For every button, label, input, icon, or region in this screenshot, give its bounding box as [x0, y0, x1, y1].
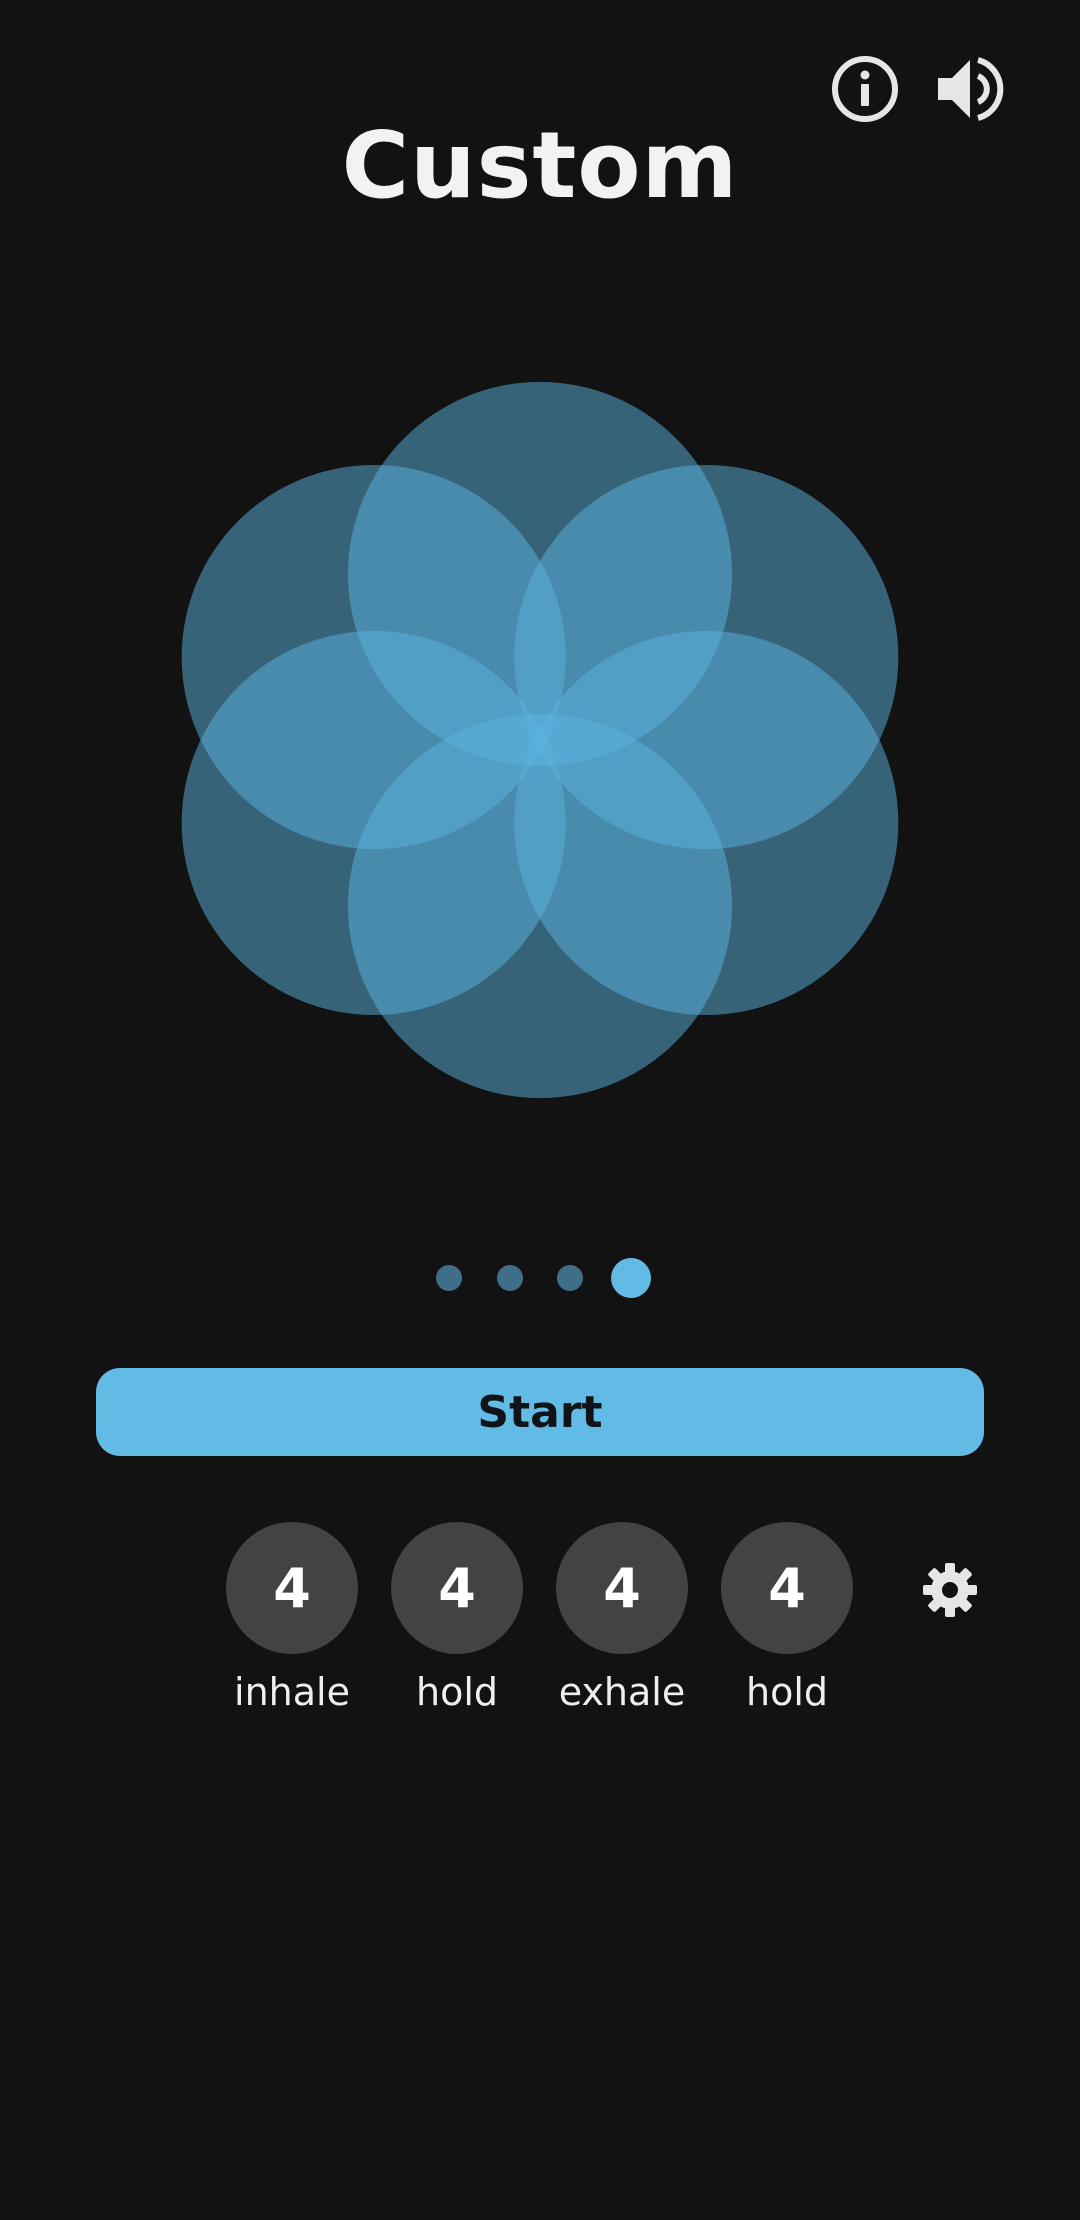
page-dot[interactable]	[436, 1265, 462, 1291]
flower-graphic	[181, 381, 899, 1099]
settings-gear-icon[interactable]	[920, 1560, 980, 1620]
breathing-screen: Custom Start 4 inhale 4 hold 4 exhale 4 …	[0, 0, 1080, 2220]
hold-label-2: hold	[745, 1670, 828, 1714]
phase-exhale: 4 exhale	[556, 1522, 688, 1714]
flower-petal	[514, 465, 899, 849]
page-dot[interactable]	[611, 1258, 651, 1298]
exhale-duration-button[interactable]: 4	[556, 1522, 688, 1654]
phase-inhale: 4 inhale	[226, 1522, 358, 1714]
page-dot[interactable]	[497, 1265, 523, 1291]
page-dot[interactable]	[557, 1265, 583, 1291]
hold-duration-button-2[interactable]: 4	[721, 1522, 853, 1654]
phase-hold-2: 4 hold	[721, 1522, 853, 1714]
pattern-page-indicator	[0, 1258, 1080, 1298]
start-button[interactable]: Start	[96, 1368, 984, 1456]
phase-hold-1: 4 hold	[391, 1522, 523, 1714]
page-title: Custom	[341, 112, 739, 219]
breathing-flower-animation	[140, 370, 940, 1110]
inhale-duration-button[interactable]: 4	[226, 1522, 358, 1654]
hold-duration-button[interactable]: 4	[391, 1522, 523, 1654]
